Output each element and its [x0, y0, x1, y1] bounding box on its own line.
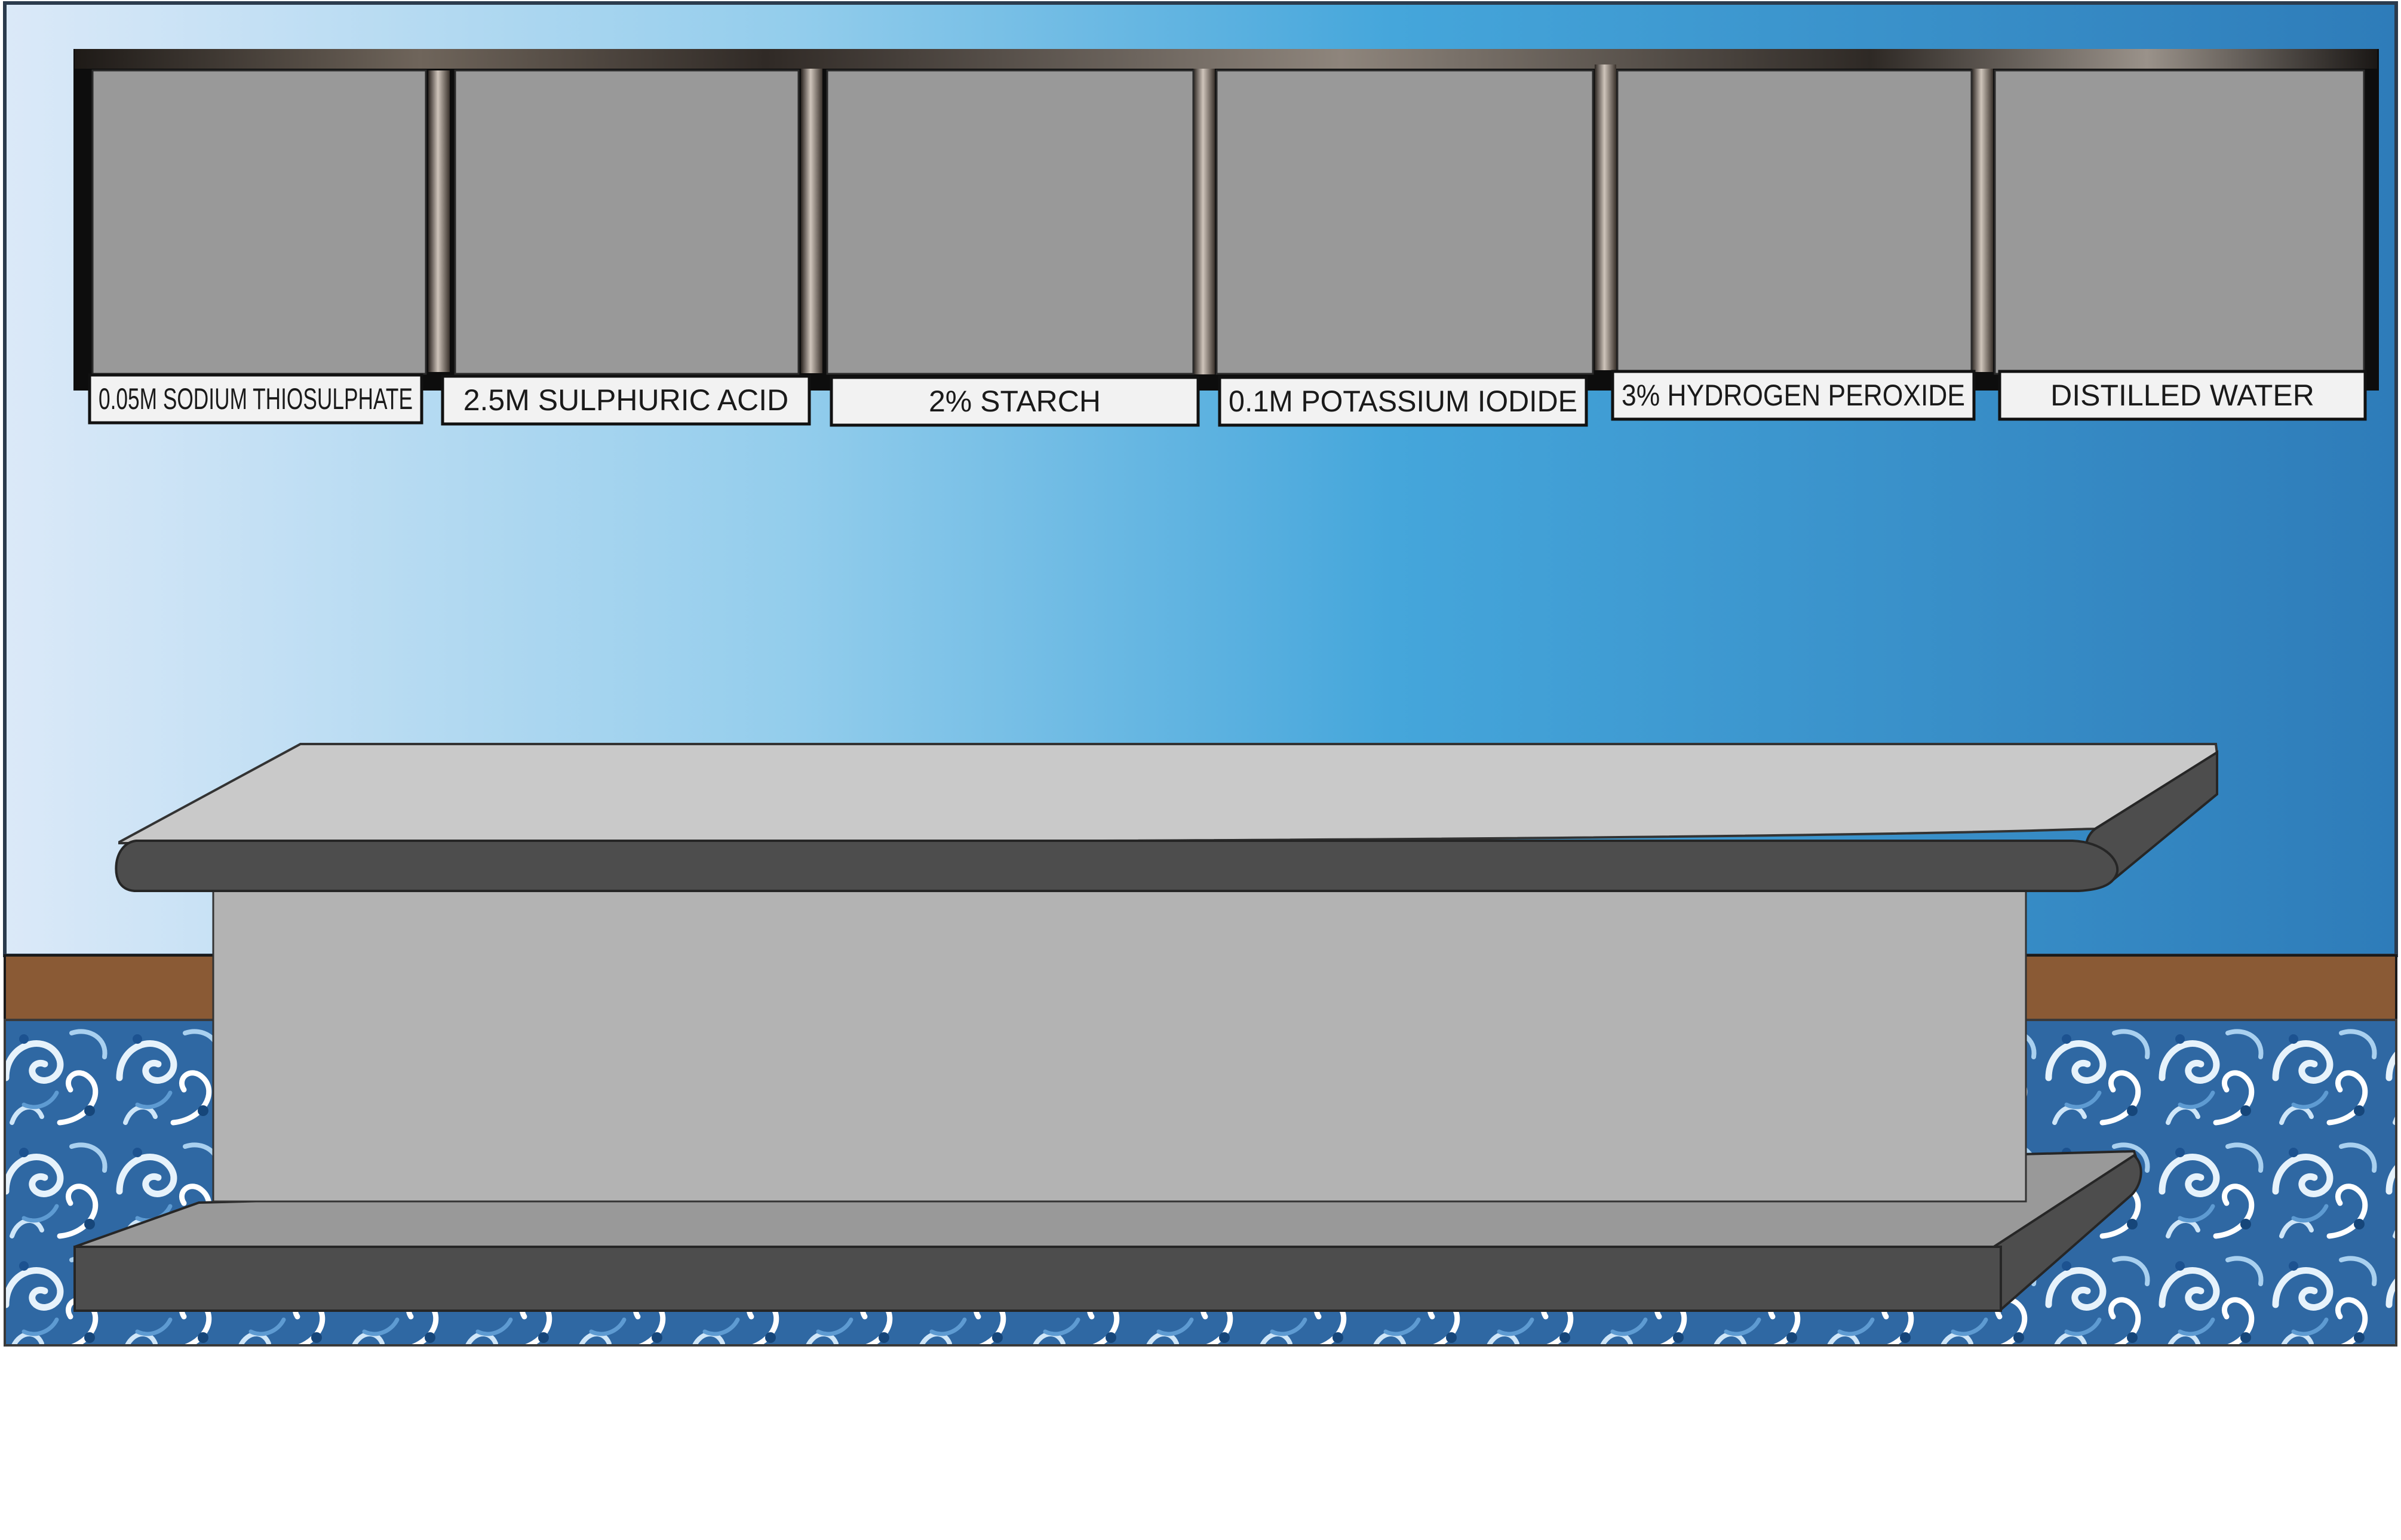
shelf-divider-post — [1972, 69, 1993, 372]
bottle-body — [91, 69, 427, 375]
bottle-label-text: 3% HYDROGEN PEROXIDE — [1622, 379, 1965, 412]
bench-top-edge — [115, 840, 2119, 892]
distilled-water-bottle[interactable]: DISTILLED WATER — [1994, 69, 2367, 421]
shelf-divider-post — [801, 69, 822, 373]
reagent-shelf: 0.05M SODIUM THIOSULPHATE 2.5M SULPHURIC … — [73, 49, 2379, 427]
bottle-label-text: 0.1M POTASSIUM IODIDE — [1229, 385, 1577, 418]
bottle-body — [1616, 69, 1973, 375]
shelf-divider-post — [1595, 64, 1616, 370]
bench-base-front — [73, 1246, 2002, 1312]
bottle-body — [454, 69, 800, 375]
bottle-label-text: 2.5M SULPHURIC ACID — [463, 383, 789, 417]
bench-body — [212, 875, 2027, 1203]
bottle-label-text: DISTILLED WATER — [2050, 379, 2314, 412]
bottle-body — [826, 69, 1195, 375]
shelf-divider-post — [1193, 69, 1215, 374]
bench-top-surface — [118, 743, 2219, 845]
sodium-thiosulphate-bottle[interactable]: 0.05M SODIUM THIOSULPHATE — [88, 69, 427, 425]
sulphuric-acid-bottle[interactable]: 2.5M SULPHURIC ACID — [441, 69, 811, 426]
starch-bottle[interactable]: 2% STARCH — [826, 69, 1200, 427]
lab-bench — [73, 743, 2219, 1312]
potassium-iodide-bottle[interactable]: 0.1M POTASSIUM IODIDE — [1215, 69, 1594, 427]
bottle-body — [1994, 69, 2365, 375]
lab-scene: 0.05M SODIUM THIOSULPHATE 2.5M SULPHURIC … — [3, 1, 2398, 1347]
bottle-label-text: 0.05M SODIUM THIOSULPHATE — [99, 382, 413, 416]
bottle-body — [1215, 69, 1594, 375]
shelf-top-rail — [75, 49, 2377, 69]
bottle-label-text: 2% STARCH — [929, 385, 1101, 418]
hydrogen-peroxide-bottle[interactable]: 3% HYDROGEN PEROXIDE — [1611, 69, 1976, 421]
shelf-divider-post — [428, 70, 450, 372]
